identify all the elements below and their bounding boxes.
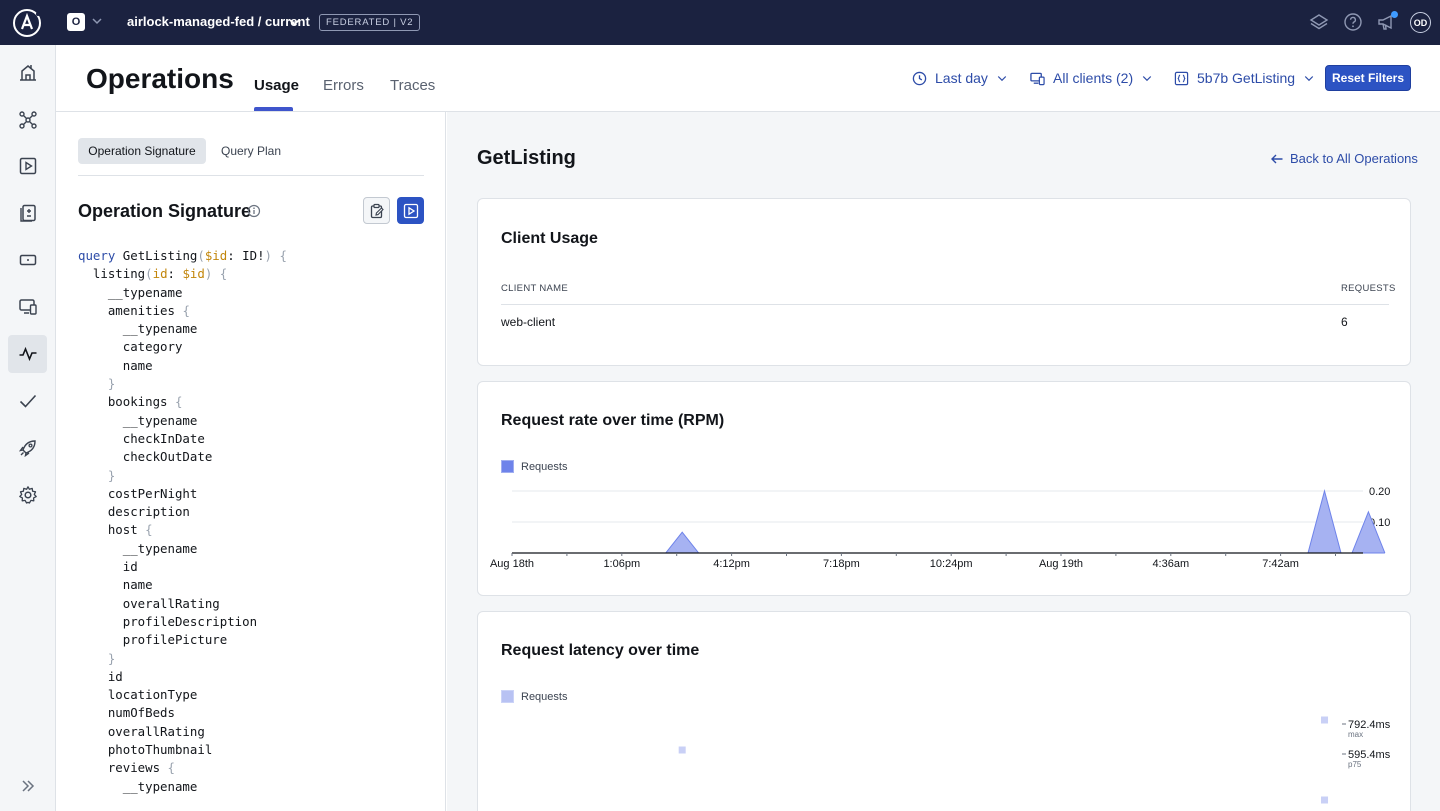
x-tick-label: 1:06pm (603, 558, 640, 570)
rocket-icon (18, 440, 36, 458)
clients-filter[interactable]: All clients (2) (1030, 68, 1153, 88)
x-tick-label: 10:24pm (930, 558, 973, 570)
chevron-down-icon (997, 76, 1007, 82)
apollo-logo-icon[interactable] (11, 7, 43, 39)
org-badge[interactable]: O (67, 13, 85, 31)
column-header-client-name[interactable]: CLIENT NAME (501, 283, 568, 294)
latency-point (1321, 716, 1329, 724)
y-tick-sublabel: max (1348, 730, 1363, 739)
federated-badge: FEDERATED | V2 (319, 14, 421, 31)
y-tick-sublabel: p75 (1348, 760, 1362, 769)
operation-braces-icon (1174, 71, 1189, 85)
x-tick-label: Aug 18th (490, 558, 534, 570)
client-name-cell: web-client (501, 315, 556, 329)
request-latency-chart: 792.4msmax595.4msp75 (678, 716, 1391, 804)
graph-nodes-icon (18, 111, 37, 129)
sidebar-item-launches[interactable] (8, 429, 47, 467)
sidebar-item-home[interactable] (8, 53, 47, 91)
chevron-down-icon (1142, 76, 1152, 82)
tab-errors[interactable]: Errors (323, 77, 364, 94)
devices-icon (1030, 72, 1045, 85)
signature-title: Operation Signature (78, 201, 252, 221)
home-icon (19, 65, 36, 81)
requests-cell: 6 (1341, 315, 1348, 329)
reset-filters-button[interactable]: Reset Filters (1325, 65, 1411, 91)
tab-traces[interactable]: Traces (390, 77, 435, 94)
chevron-down-icon[interactable] (288, 16, 301, 29)
x-tick-label: 7:42am (1262, 558, 1299, 570)
checkmark-icon (19, 394, 36, 408)
run-in-explorer-button[interactable] (397, 197, 424, 224)
notification-dot (1391, 11, 1398, 18)
operation-signature-panel: Operation Signature Query Plan Operation… (56, 112, 446, 811)
x-tick-label: 4:36am (1152, 558, 1189, 570)
operation-filter[interactable]: 5b7b GetListing (1174, 68, 1315, 88)
graph-variant-selector[interactable]: airlock-managed-fed / current (127, 14, 310, 29)
sidebar-item-operations[interactable] (8, 335, 47, 373)
tab-operation-signature[interactable]: Operation Signature (78, 138, 206, 164)
sidebar-item-fields[interactable] (8, 241, 47, 279)
chevron-down-icon (1304, 76, 1314, 82)
y-tick-label: 0.20 (1369, 486, 1390, 498)
sidebar-item-settings[interactable] (8, 476, 47, 514)
latency-point (678, 746, 686, 754)
document-diff-icon (19, 204, 36, 222)
table-header-divider (501, 304, 1389, 305)
sidebar-item-checks[interactable] (8, 382, 47, 420)
x-tick-label: 7:18pm (823, 558, 860, 570)
copy-signature-button[interactable] (363, 197, 390, 224)
layers-icon[interactable] (1309, 12, 1329, 32)
play-square-icon (19, 157, 36, 175)
expand-sidebar-icon[interactable] (19, 777, 37, 795)
field-icon (19, 254, 36, 266)
request-rate-card: Request rate over time (RPM) Requests 0.… (477, 381, 1411, 596)
request-latency-card: Request latency over time Requests 792.4… (477, 611, 1411, 811)
back-link-label: Back to All Operations (1290, 151, 1418, 166)
play-square-icon (403, 203, 418, 218)
back-to-all-operations-link[interactable]: Back to All Operations (1270, 151, 1418, 166)
top-bar: O airlock-managed-fed / current FEDERATE… (0, 0, 1440, 45)
tab-active-indicator (254, 107, 293, 111)
time-range-label: Last day (935, 70, 988, 86)
clipboard-edit-icon (370, 203, 384, 218)
sidebar (0, 45, 56, 811)
time-range-filter[interactable]: Last day (912, 68, 1008, 88)
request-rate-chart: 0.100.20Aug 18th 1:06pm 4:12pm 7:18pm 10:24p… (490, 486, 1390, 570)
sidebar-item-explorer[interactable] (8, 147, 47, 185)
card-title: Client Usage (501, 230, 598, 247)
clock-icon (912, 71, 927, 85)
sidebar-item-changelog[interactable] (8, 194, 47, 232)
info-icon[interactable] (247, 204, 261, 218)
tab-query-plan[interactable]: Query Plan (221, 138, 281, 164)
client-usage-card: Client Usage CLIENT NAME REQUESTS web-cl… (477, 198, 1411, 366)
arrow-left-icon (1271, 154, 1283, 163)
latency-point (1321, 796, 1329, 804)
page-title: Operations (86, 63, 234, 94)
chevron-down-icon[interactable] (90, 14, 104, 28)
devices-icon (18, 299, 37, 315)
sidebar-item-clients[interactable] (8, 288, 47, 326)
x-tick-label: 4:12pm (713, 558, 750, 570)
column-header-requests[interactable]: REQUESTS (1341, 283, 1396, 294)
operation-label: 5b7b GetListing (1197, 70, 1296, 86)
x-tick-label: Aug 19th (1039, 558, 1083, 570)
divider (78, 175, 424, 176)
tab-usage[interactable]: Usage (254, 77, 299, 94)
help-icon[interactable] (1343, 12, 1363, 32)
gear-icon (18, 486, 37, 504)
sidebar-item-schema[interactable] (8, 101, 47, 139)
clients-label: All clients (2) (1053, 70, 1134, 86)
avatar[interactable]: OD (1410, 12, 1431, 33)
operation-signature-code: query GetListing($id: ID!) { listing(id:… (78, 248, 287, 794)
usage-panel: GetListing Back to All Operations Client… (447, 112, 1440, 811)
page-header: Operations Usage Errors Traces Last day … (56, 45, 1440, 112)
activity-icon (19, 346, 36, 362)
operation-title: GetListing (477, 147, 576, 169)
